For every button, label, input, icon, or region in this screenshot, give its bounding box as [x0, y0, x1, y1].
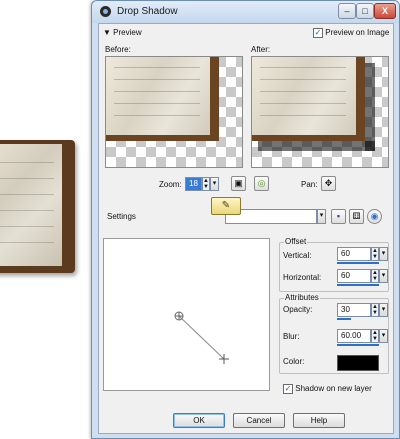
blur-spinner[interactable]: ▲ ▼ — [371, 329, 379, 343]
checkbox-check-icon: ✓ — [313, 28, 323, 38]
preview-toggle-label: Preview — [113, 28, 142, 37]
window-title: Drop Shadow — [117, 6, 178, 17]
vertical-spinner[interactable]: ▲ ▼ — [371, 247, 379, 261]
opacity-label: Opacity: — [283, 305, 313, 314]
shadow-color-swatch[interactable] — [337, 355, 379, 371]
settings-label: Settings — [107, 212, 136, 221]
color-label: Color: — [283, 357, 305, 366]
app-icon — [100, 6, 111, 17]
preview-toggle[interactable]: ▼ Preview — [103, 28, 142, 37]
pan-move-icon[interactable]: ✥ — [321, 176, 336, 191]
after-label: After: — [251, 45, 271, 54]
shadow-on-new-layer-label: Shadow on new layer — [295, 384, 372, 394]
minimize-button[interactable]: – — [338, 3, 356, 19]
horizontal-spinner[interactable]: ▲ ▼ — [371, 269, 379, 283]
opacity-slider[interactable] — [337, 318, 351, 320]
horizontal-label: Horizontal: — [283, 273, 322, 282]
title-bar[interactable]: Drop Shadow – □ X — [92, 1, 399, 23]
shadow-on-new-layer-checkbox[interactable]: ✓ Shadow on new layer — [283, 384, 372, 394]
zoom-input[interactable]: 18 — [185, 177, 202, 191]
pan-label: Pan: — [301, 180, 318, 189]
delete-preset-icon[interactable]: ⚅ — [349, 209, 364, 224]
horizontal-input[interactable]: 60 — [337, 269, 371, 283]
reset-icon[interactable]: ◉ — [367, 209, 382, 224]
blur-dropdown[interactable]: ▾ — [379, 329, 388, 343]
zoom-spinner[interactable]: ▲ ▼ — [202, 177, 210, 191]
horizontal-slider[interactable] — [337, 284, 379, 286]
drop-shadow-dialog: Drop Shadow – □ X ▼ Preview ✓ Preview on… — [91, 0, 400, 439]
attributes-title: Attributes — [284, 293, 320, 302]
opacity-spinner[interactable]: ▲ ▼ — [371, 303, 379, 317]
canvas-image — [0, 140, 78, 275]
opacity-dropdown[interactable]: ▾ — [379, 303, 388, 317]
blur-label: Blur: — [283, 332, 300, 341]
preview-on-image-checkbox[interactable]: ✓ Preview on Image — [313, 28, 389, 38]
zoom-actual-icon[interactable]: ◎ — [254, 176, 269, 191]
ok-button[interactable]: OK — [173, 413, 225, 428]
help-button[interactable]: Help — [293, 413, 345, 428]
randomize-tooltip-icon[interactable]: ✎ — [211, 197, 241, 215]
checkbox-check-icon: ✓ — [283, 384, 293, 394]
vertical-slider[interactable] — [337, 262, 379, 264]
shadow-direction-canvas[interactable] — [103, 238, 270, 391]
book-image — [0, 140, 75, 273]
vertical-label: Vertical: — [283, 251, 312, 260]
settings-dropdown[interactable]: ▾ — [317, 209, 326, 224]
close-button[interactable]: X — [374, 3, 396, 19]
after-preview — [251, 56, 389, 168]
save-preset-icon[interactable]: ▪ — [331, 209, 346, 224]
cancel-button[interactable]: Cancel — [233, 413, 285, 428]
opacity-input[interactable]: 30 — [337, 303, 371, 317]
maximize-button[interactable]: □ — [356, 3, 374, 19]
blur-slider[interactable] — [337, 344, 379, 346]
preview-on-image-label: Preview on Image — [325, 28, 390, 38]
blur-input[interactable]: 60.00 — [337, 329, 371, 343]
horizontal-dropdown[interactable]: ▾ — [379, 269, 388, 283]
zoom-dropdown[interactable]: ▾ — [210, 177, 219, 191]
direction-line-graphic — [174, 311, 229, 364]
vertical-dropdown[interactable]: ▾ — [379, 247, 388, 261]
collapse-arrow-icon: ▼ — [103, 28, 111, 37]
zoom-fit-icon[interactable]: ▣ — [231, 176, 246, 191]
vertical-input[interactable]: 60 — [337, 247, 371, 261]
zoom-label: Zoom: — [159, 180, 182, 189]
dialog-body: ▼ Preview ✓ Preview on Image Before: Aft… — [98, 23, 394, 434]
before-preview[interactable] — [105, 56, 243, 168]
offset-title: Offset — [284, 237, 308, 246]
before-label: Before: — [105, 45, 131, 54]
